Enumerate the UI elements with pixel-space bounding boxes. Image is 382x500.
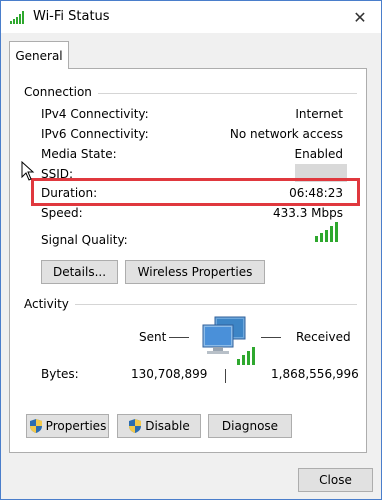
close-icon[interactable]: ✕ bbox=[347, 5, 373, 29]
network-computers-icon bbox=[202, 316, 255, 365]
diagnose-button[interactable]: Diagnose bbox=[208, 414, 292, 438]
signal-quality-label: Signal Quality: bbox=[41, 233, 128, 247]
speed-value: 433.3 Mbps bbox=[272, 206, 343, 220]
disable-button[interactable]: Disable bbox=[117, 414, 201, 438]
window-title: Wi-Fi Status bbox=[33, 9, 110, 24]
title-bar: Wi-Fi Status ✕ bbox=[1, 1, 381, 33]
properties-button-label: Properties bbox=[45, 419, 107, 433]
properties-button[interactable]: Properties bbox=[26, 414, 109, 438]
ipv6-label: IPv6 Connectivity: bbox=[41, 127, 149, 141]
wifi-status-dialog: Wi-Fi Status ✕ General Connection IPv4 C… bbox=[0, 0, 382, 500]
connection-group-divider bbox=[85, 93, 357, 94]
sent-dash bbox=[169, 337, 189, 338]
activity-group-label: Activity bbox=[24, 297, 75, 311]
tab-general[interactable]: General bbox=[9, 41, 69, 69]
close-button[interactable]: Close bbox=[298, 468, 373, 492]
uac-shield-icon bbox=[129, 419, 142, 433]
duration-value: 06:48:23 bbox=[289, 186, 343, 200]
bytes-label: Bytes: bbox=[41, 367, 79, 381]
wifi-signal-icon bbox=[10, 11, 24, 24]
speed-label: Speed: bbox=[41, 206, 83, 220]
ipv6-value: No network access bbox=[229, 127, 343, 141]
duration-label: Duration: bbox=[41, 186, 98, 200]
mouse-cursor-icon bbox=[21, 161, 35, 181]
ipv4-value: Internet bbox=[295, 107, 343, 121]
activity-group-divider bbox=[67, 304, 357, 305]
bytes-received-value: 1,868,556,996 bbox=[271, 367, 359, 381]
media-state-label: Media State: bbox=[41, 147, 117, 161]
signal-quality-icon bbox=[315, 222, 338, 242]
uac-shield-icon bbox=[29, 419, 42, 433]
sent-label: Sent bbox=[139, 330, 167, 344]
media-state-value: Enabled bbox=[294, 147, 344, 161]
received-dash bbox=[261, 337, 281, 338]
activity-divider-tick bbox=[225, 369, 226, 383]
connection-group-label: Connection bbox=[24, 85, 98, 99]
bytes-sent-value: 130,708,899 bbox=[131, 367, 208, 381]
disable-button-label: Disable bbox=[145, 419, 190, 433]
wireless-properties-button[interactable]: Wireless Properties bbox=[125, 260, 265, 284]
details-button[interactable]: Details... bbox=[41, 260, 118, 284]
ipv4-label: IPv4 Connectivity: bbox=[41, 107, 149, 121]
received-label: Received bbox=[296, 330, 351, 344]
